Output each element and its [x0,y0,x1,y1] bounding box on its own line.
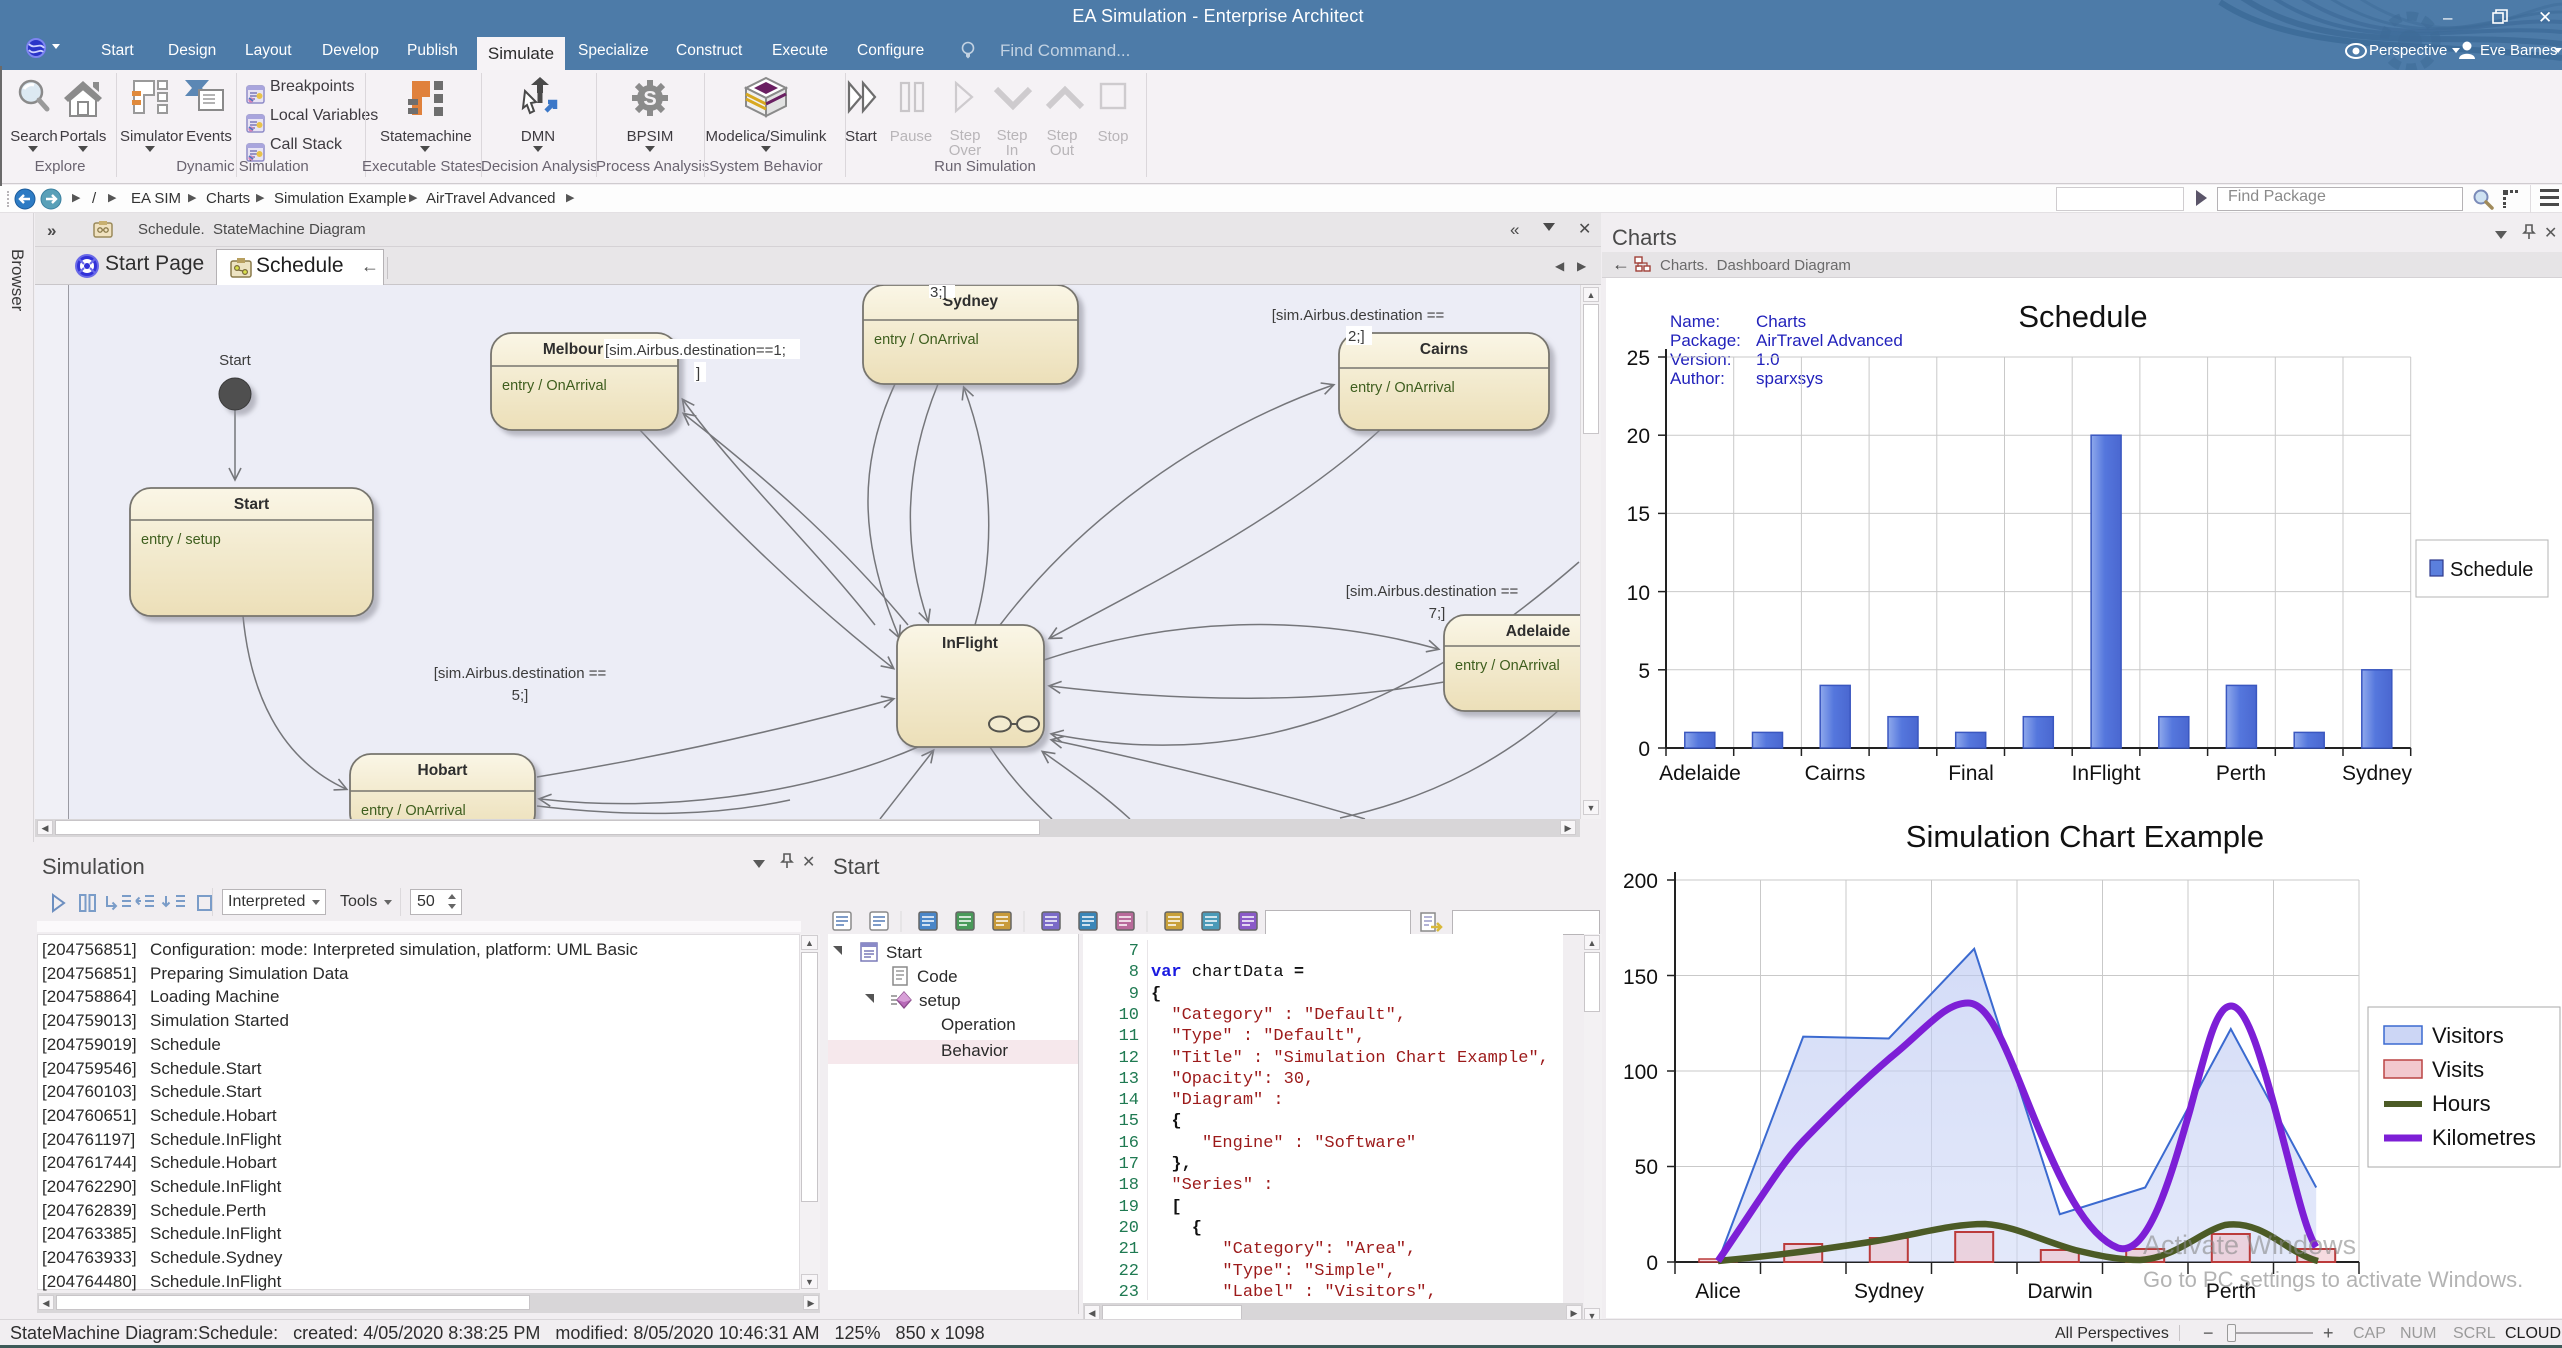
svg-text:entry / OnArrival: entry / OnArrival [361,803,466,819]
svg-text:S: S [643,88,656,110]
svg-text:entry / OnArrival: entry / OnArrival [874,332,979,348]
svg-text:0: 0 [1646,1252,1658,1275]
svg-text:10: 10 [1627,582,1650,605]
svg-text:Sydney: Sydney [2342,762,2413,785]
svg-text:Version:: Version: [1670,350,1731,369]
svg-text:Cairns: Cairns [1420,341,1468,358]
svg-text:Melbour: Melbour [543,341,603,358]
svg-text:entry / setup: entry / setup [141,532,221,548]
svg-text:Cairns: Cairns [1805,762,1866,785]
svg-text:3;]: 3;] [930,285,947,301]
svg-text:entry / OnArrival: entry / OnArrival [1350,380,1455,396]
svg-text:Visitors: Visitors [2432,1023,2504,1048]
svg-text:Darwin: Darwin [2027,1280,2092,1303]
svg-text:entry / OnArrival: entry / OnArrival [502,378,607,394]
svg-text:Adelaide: Adelaide [1659,762,1741,785]
svg-text:Package:: Package: [1670,331,1741,350]
svg-text:[sim.Airbus.destination ==: [sim.Airbus.destination == [1272,307,1445,324]
svg-text:Schedule: Schedule [2450,559,2533,581]
svg-text:Schedule: Schedule [2018,299,2147,334]
svg-text:AirTravel Advanced: AirTravel Advanced [1756,331,1903,350]
svg-text:[sim.Airbus.destination==1;: [sim.Airbus.destination==1; [605,342,786,359]
svg-text:150: 150 [1623,966,1658,989]
svg-text:0: 0 [1638,738,1650,761]
svg-text:Start: Start [234,496,269,513]
svg-text:15: 15 [1627,503,1650,526]
svg-text:Go to PC settings to activate: Go to PC settings to activate Windows. [2143,1267,2523,1292]
svg-text:[sim.Airbus.destination ==: [sim.Airbus.destination == [434,665,607,682]
svg-text:200: 200 [1623,870,1658,893]
svg-text:7;]: 7;] [1429,605,1446,622]
svg-text:50: 50 [1635,1156,1658,1179]
svg-text:sparxsys: sparxsys [1756,369,1823,388]
svg-text:5;]: 5;] [512,687,529,704]
svg-text:Alice: Alice [1695,1280,1741,1303]
svg-text:100: 100 [1623,1061,1658,1084]
svg-text:]: ] [696,365,700,382]
svg-text:1.0: 1.0 [1756,350,1780,369]
svg-text:Visits: Visits [2432,1057,2484,1082]
svg-text:entry / OnArrival: entry / OnArrival [1455,658,1560,674]
svg-text:InFlight: InFlight [2072,762,2141,785]
svg-text:Hours: Hours [2432,1091,2491,1116]
svg-text:Sydney: Sydney [1854,1280,1925,1303]
svg-text:Adelaide: Adelaide [1506,623,1571,640]
svg-text:Start: Start [219,352,252,369]
svg-text:Name:: Name: [1670,312,1720,331]
svg-text:20: 20 [1627,425,1650,448]
svg-text:InFlight: InFlight [942,635,998,652]
svg-text:Final: Final [1948,762,1994,785]
svg-text:[sim.Airbus.destination ==: [sim.Airbus.destination == [1346,583,1519,600]
svg-text:25: 25 [1627,347,1650,370]
svg-text:Hobart: Hobart [418,762,468,779]
svg-text:Activate Windows: Activate Windows [2143,1230,2356,1260]
svg-text:5: 5 [1638,660,1650,683]
svg-text:Author:: Author: [1670,369,1725,388]
svg-text:Simulation Chart Example: Simulation Chart Example [1906,819,2264,854]
svg-text:2;]: 2;] [1348,328,1365,345]
svg-text:Kilometres: Kilometres [2432,1125,2536,1150]
svg-text:Charts: Charts [1756,312,1806,331]
svg-text:Perth: Perth [2216,762,2266,785]
